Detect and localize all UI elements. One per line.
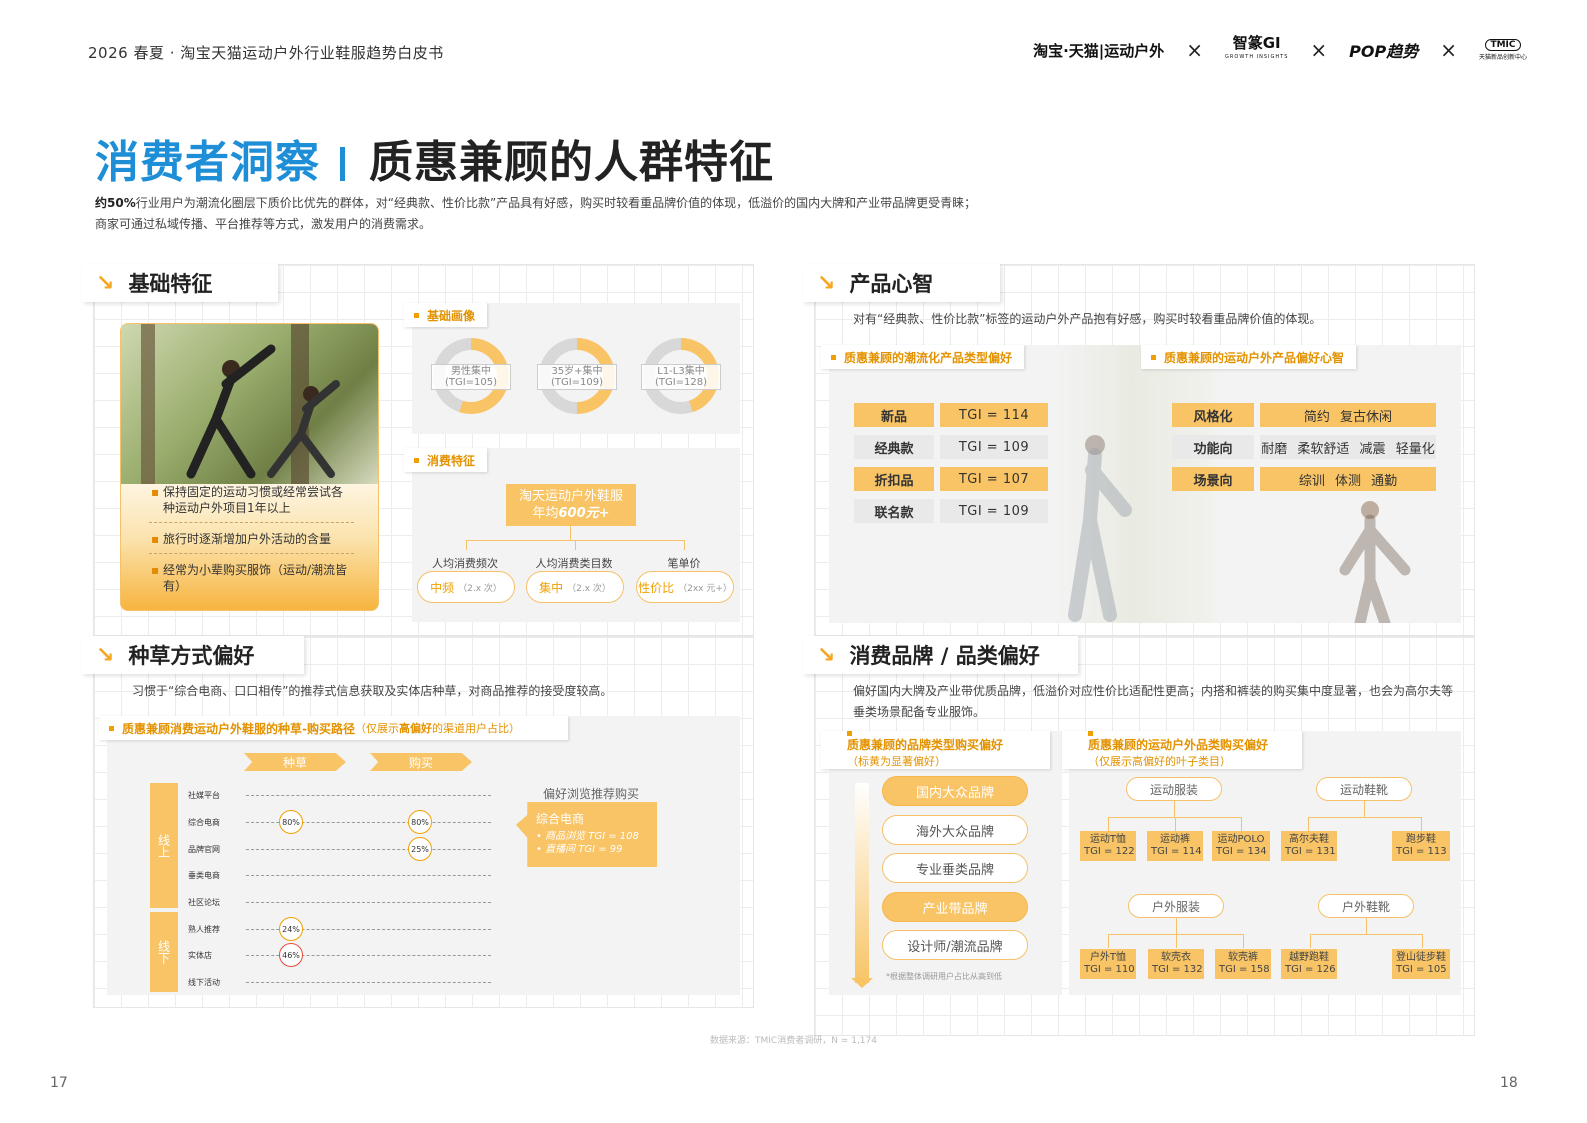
offline-label: 线下 [150,912,178,992]
seed-subtitle: 质惠兼顾消费运动户外鞋服的种草-购买路径 （仅展示高偏好的渠道用户占比） [99,716,568,740]
donut-city-level: L1-L3集中 (TGI=128) [641,338,721,414]
seed-friend-circle: 24% [279,917,303,941]
freq-label: 人均消费频次 [432,557,498,570]
stage-buy: 购买 [370,753,472,771]
channel-label: 品牌官网 [188,845,220,854]
tmic-logo: TMIC 天猫新品创新中心 [1478,39,1527,61]
brand-type-subtitle: 质惠兼顾的品牌类型购买偏好 （标黄为显著偏好） [821,731,1050,769]
pref-browse-title: 偏好浏览推荐购买 [543,787,640,801]
table-row: 折扣品 TGI = 107 [854,467,1048,491]
category-node: 户外服装 [1128,894,1224,918]
product-desc: 对有“经典款、性价比款”标签的运动户外产品抱有好感，购买时较看重品牌价值的体现。 [853,312,1322,326]
brand-desc: 偏好国内大牌及产业带优质品牌，低溢价对应性价比适配性更高；内搭和裤装的购买集中度… [853,684,1454,719]
consume-subtitle: 消费特征 [404,448,488,472]
online-label: 线上 [150,783,178,908]
cross-icon: × [1440,38,1457,62]
leaf-category: 软壳裤 TGI = 158 [1215,949,1271,979]
channel-label: 垂类电商 [188,871,220,880]
section-product-tab: ↘ 产品心智 [803,264,1000,302]
channel-label: 实体店 [188,951,212,960]
section-brand-tab: ↘ 消费品牌 / 品类偏好 [803,636,1078,674]
donut-gender: 男性集中 (TGI=105) [431,338,511,414]
stage-seed: 种草 [244,753,346,771]
leaf-category: 越野跑鞋 TGI = 126 [1281,949,1337,979]
cross-icon: × [1186,38,1204,62]
buy-ecom-circle: 80% [408,810,432,834]
brand-pill: 海外大众品牌 [882,815,1028,845]
ranking-arrow [855,783,869,983]
leaf-category: 高尔夫鞋 TGI = 131 [1281,831,1337,861]
seed-store-circle: 46% [279,943,303,967]
category-count-pill: 集中 （2.x 次） [526,571,624,603]
table-row: 新品 TGI = 114 [854,403,1048,427]
basic-bullets: ▪ 保持固定的运动习惯或经常尝试各种运动户外项目1年以上 ▪ 旅行时逐渐增加户外活动… [149,484,354,594]
product-mind-table: 风格化 简约 复古休闲 功能向 耐磨 柔软舒适 减震 轻量化 场景向 综训 体测 通勤 [1172,403,1436,491]
channel-label: 社媒平台 [188,791,220,800]
category-subtitle: 质惠兼顾的运动户外品类购买偏好 （仅展示高偏好的叶子类目） [1062,731,1302,769]
runner-photo-right [1339,501,1411,623]
table-row: 联名款 TGI = 109 [854,499,1048,523]
document-header-title: 2026 春夏 · 淘宝天猫运动户外行业鞋服趋势白皮书 [88,44,444,62]
bullet-item: ▪ 旅行时逐渐增加户外活动的含量 [149,523,354,554]
page-title: 消费者洞察 质惠兼顾的人群特征 [95,137,774,188]
arrow-down-icon [851,978,873,988]
cross-icon: × [1310,38,1328,62]
basic-card: ▪ 保持固定的运动习惯或经常尝试各种运动户外项目1年以上 ▪ 旅行时逐渐增加户外活动… [120,323,379,611]
category-node: 运动服装 [1126,777,1222,801]
zhizuan-logo: 智篆GI GROWTH INSIGHTS [1225,34,1289,61]
unit-price-label: 笔单价 [667,557,701,570]
product-type-subtitle: 质惠兼顾的潮流化产品类型偏好 [821,345,1025,369]
leaf-category: 跑步鞋 TGI = 113 [1392,831,1450,861]
portrait-subtitle: 基础画像 [404,303,488,327]
section-basic-tab: ↘ 基础特征 [82,264,278,302]
leaf-category: 运动POLO TGI = 134 [1212,831,1270,861]
product-mind-subtitle: 质惠兼顾的运动户外产品偏好心智 [1141,345,1357,369]
bullet-item: ▪ 经常为小辈购买服饰（运动/潮流皆有） [151,563,348,593]
channel-label: 社区论坛 [188,898,220,907]
seed-ecom-circle: 80% [279,810,303,834]
pop-logo: POP趋势 [1349,42,1419,61]
channel-label: 熟人推荐 [188,925,220,934]
channel-label: 综合电商 [188,818,220,827]
channel-label: 线下活动 [188,978,220,987]
leaf-category: 运动T恤 TGI = 122 [1080,831,1136,861]
table-row: 风格化 简约 复古休闲 [1172,403,1436,427]
avg-spend-box: 淘天运动户外鞋服 年均600元+ [506,484,636,526]
product-type-table: 新品 TGI = 114 经典款 TGI = 109 折扣品 TGI = 107 联名… [854,403,1048,523]
category-node: 运动鞋靴 [1316,777,1412,801]
intro-text: 约50%行业用户为潮流化圈层下质价比优先的群体，对“经典款、性价比款”产品具有好… [95,196,977,231]
page-number-left: 17 [50,1075,68,1091]
seed-desc: 习惯于“综合电商、口口相传”的推荐式信息获取及实体店种草，对商品推荐的接受度较高… [132,684,613,698]
section-seed-tab: ↘ 种草方式偏好 [82,636,304,674]
table-row: 功能向 耐磨 柔软舒适 减震 轻量化 [1172,435,1436,459]
leaf-category: 软壳衣 TGI = 132 [1148,949,1204,979]
leaf-category: 运动裤 TGI = 114 [1147,831,1203,861]
donut-age: 35岁+集中 (TGI=109) [537,338,617,414]
leaf-category: 登山徒步鞋 TGI = 105 [1392,949,1450,979]
brand-pill: 专业垂类品牌 [882,853,1028,883]
taobao-logo: 淘宝·天猫|运动户外 [1033,41,1165,60]
category-node: 户外鞋靴 [1318,894,1414,918]
page-number-right: 18 [1500,1075,1518,1091]
partner-logos: 淘宝·天猫|运动户外 × 智篆GI GROWTH INSIGHTS × POP趋势… [1033,36,1527,64]
brand-pill: 国内大众品牌 [882,776,1028,806]
pref-ecom-box: 综合电商 • 商品浏览 TGI = 108 • 直播间 TGI = 99 [516,802,657,867]
exercise-photo [121,324,378,484]
buy-brandsite-circle: 25% [408,837,432,861]
data-source: 数据来源：TMIC消费者调研，N = 1,174 [710,1036,877,1046]
leaf-category: 户外T恤 TGI = 110 [1080,949,1136,979]
unit-price-pill: 性价比 （2xx 元+） [636,571,734,603]
brand-footnote: *根据整体调研用户占比从高到低 [886,972,1002,981]
brand-pill: 产业带品牌 [882,892,1028,922]
category-count-label: 人均消费类目数 [535,557,613,570]
table-row: 经典款 TGI = 109 [854,435,1048,459]
freq-pill: 中频 （2.x 次） [417,571,515,603]
brand-pill: 设计师/潮流品牌 [882,930,1028,960]
runner-photo-left [1068,435,1132,622]
table-row: 场景向 综训 体测 通勤 [1172,467,1436,491]
bullet-item: ▪ 保持固定的运动习惯或经常尝试各种运动户外项目1年以上 [149,484,354,523]
